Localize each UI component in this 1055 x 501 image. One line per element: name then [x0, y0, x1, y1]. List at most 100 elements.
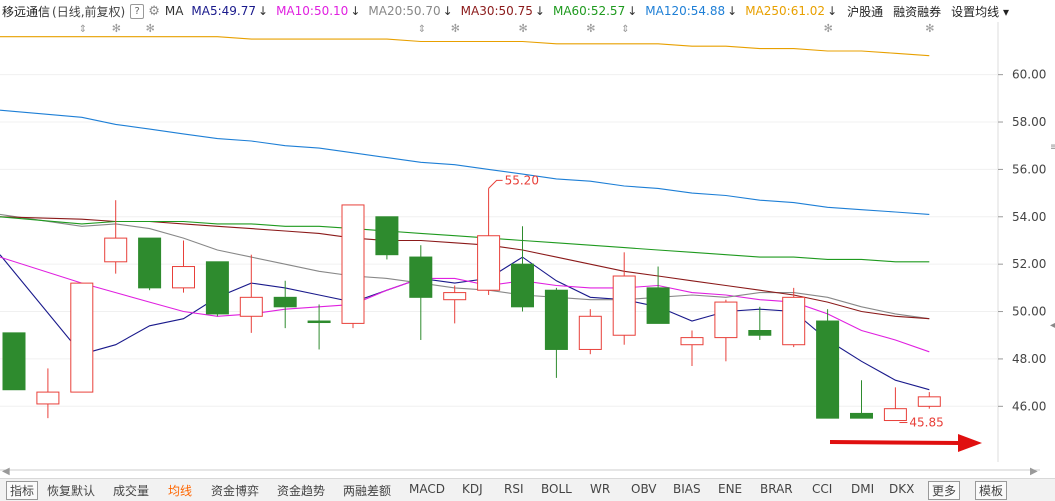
- event-markers: ✻ ✻ ✻ ✻ ✻ ✻ ✻ ⇕ ⇕ ⇕: [79, 22, 935, 35]
- gear-icon[interactable]: ⚙: [148, 4, 160, 19]
- tab-4[interactable]: 资金博弈: [211, 482, 259, 499]
- candle-body: [646, 287, 670, 324]
- candle: [70, 282, 94, 393]
- ma-legend-4: MA60:52.57: [552, 4, 626, 18]
- y-tick-label: 52.00: [1012, 257, 1046, 271]
- y-tick-label: 54.00: [1012, 210, 1046, 224]
- menu-margin[interactable]: 融资融券: [893, 3, 941, 20]
- high-leader: [488, 179, 503, 189]
- event-star-icon: ✻: [925, 22, 934, 35]
- chart-mode[interactable]: (日线,前复权): [52, 3, 125, 20]
- down-arrow-icon: ↓: [258, 4, 269, 18]
- candle-body: [782, 296, 806, 346]
- ma-title: MA: [164, 4, 184, 18]
- tab-8[interactable]: KDJ: [462, 482, 483, 496]
- ma-legend-0: MA5:49.77: [191, 4, 257, 18]
- candle-body: [748, 330, 772, 336]
- tab-1[interactable]: 恢复默认: [47, 482, 95, 499]
- y-tick-label: 46.00: [1012, 399, 1046, 413]
- candle-body: [138, 237, 162, 289]
- candle-body: [443, 292, 467, 301]
- candle-body: [341, 204, 365, 324]
- candle-body: [883, 408, 907, 422]
- tab-14[interactable]: ENE: [718, 482, 742, 496]
- side-handle-icon: ◀: [1050, 320, 1055, 331]
- ma-legend-2: MA20:50.70: [368, 4, 441, 18]
- tab-5[interactable]: 资金趋势: [277, 482, 325, 499]
- tab-6[interactable]: 两融差额: [343, 482, 391, 499]
- event-split-icon: ⇕: [621, 24, 629, 35]
- tab-17[interactable]: DMI: [851, 482, 874, 496]
- candle-body: [544, 289, 568, 350]
- chart-scrollbar[interactable]: ◀ ▶: [0, 462, 1055, 477]
- tab-12[interactable]: OBV: [631, 482, 657, 496]
- tab-15[interactable]: BRAR: [760, 482, 793, 496]
- candle-body: [205, 261, 229, 315]
- candle-body: [477, 235, 501, 291]
- tab-19[interactable]: 更多: [928, 481, 961, 500]
- candle: [138, 237, 162, 291]
- candle: [273, 280, 297, 329]
- event-star-icon: ✻: [519, 22, 528, 35]
- candles: [2, 188, 941, 422]
- down-arrow-icon: ↓: [827, 4, 838, 18]
- candle-body: [273, 296, 297, 308]
- ma-legend-5: MA120:54.88: [645, 4, 726, 18]
- high-price-label: 55.20: [505, 173, 539, 187]
- ma-line-MA250: [0, 36, 930, 57]
- menu-set-ma[interactable]: 设置均线 ▾: [951, 3, 1009, 20]
- tab-20[interactable]: 模板: [975, 481, 1008, 500]
- candle: [477, 188, 501, 295]
- candle: [816, 309, 840, 419]
- candle: [172, 240, 195, 293]
- tab-18[interactable]: DKX: [889, 482, 914, 496]
- candle-body: [578, 315, 602, 350]
- y-tick-label: 58.00: [1012, 115, 1046, 129]
- scroll-left-icon: ◀: [2, 466, 10, 477]
- y-tick-label: 50.00: [1012, 305, 1046, 319]
- tab-10[interactable]: BOLL: [541, 482, 572, 496]
- candle-body: [70, 282, 94, 393]
- candle-body: [917, 396, 941, 407]
- tab-11[interactable]: WR: [590, 482, 610, 496]
- candle-body: [375, 216, 399, 256]
- tab-7[interactable]: MACD: [409, 482, 445, 496]
- kline-chart[interactable]: ✻ ✻ ✻ ✻ ✻ ✻ ✻ ⇕ ⇕ ⇕ 60.00 58.00 56.00 54.00 52.00 50.0…: [0, 22, 1055, 462]
- price-axis: 60.00 58.00 56.00 54.00 52.00 50.00 48.00 46.00…: [998, 68, 1055, 413]
- candle: [544, 287, 568, 378]
- candle: [850, 380, 873, 419]
- help-icon[interactable]: ?: [130, 3, 145, 19]
- candle: [578, 309, 602, 355]
- ma-legend: MA5:49.77 ↓ MA10:50.10 ↓ MA20:50.70 ↓ MA30:50.…: [183, 4, 837, 18]
- tab-16[interactable]: CCI: [812, 482, 832, 496]
- event-star-icon: ✻: [586, 22, 595, 35]
- candle: [36, 368, 60, 419]
- candle-body: [104, 237, 128, 263]
- tab-2[interactable]: 成交量: [113, 482, 149, 499]
- stock-name: 移远通信: [2, 4, 51, 19]
- candle: [917, 392, 941, 409]
- candle-body: [850, 412, 873, 419]
- indicator-tabbar: 指标 恢复默认 成交量 均线 资金博弈 资金趋势 两融差额 MACD KDJ RSI BOLL WR O…: [0, 478, 1055, 501]
- event-star-icon: ✻: [146, 22, 155, 35]
- candle-body: [816, 320, 840, 419]
- candle-body: [307, 320, 331, 324]
- down-arrow-icon: ↓: [350, 4, 361, 18]
- ma-legend-3: MA30:50.75: [460, 4, 533, 18]
- candle: [239, 254, 263, 333]
- y-tick-label: 48.00: [1012, 352, 1046, 366]
- candle-body: [172, 266, 195, 289]
- candle-body: [409, 256, 433, 298]
- menu-hugutong[interactable]: 沪股通: [847, 3, 883, 20]
- candle-body: [239, 296, 263, 317]
- candle: [409, 245, 433, 340]
- tab-0[interactable]: 指标: [6, 481, 39, 500]
- candle: [883, 387, 907, 422]
- down-arrow-icon: ↓: [534, 4, 545, 18]
- tab-9[interactable]: RSI: [504, 482, 524, 496]
- tab-3[interactable]: 均线: [168, 482, 192, 499]
- down-arrow-icon: ↓: [627, 4, 638, 18]
- y-tick-label: 56.00: [1012, 162, 1046, 176]
- tab-13[interactable]: BIAS: [673, 482, 701, 496]
- down-arrow-icon: ↓: [727, 4, 738, 18]
